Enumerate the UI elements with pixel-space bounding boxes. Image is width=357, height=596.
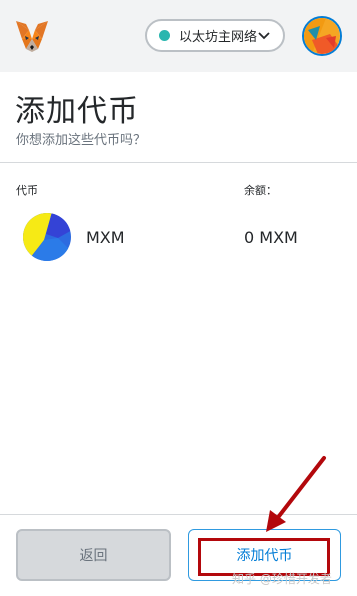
token-symbol: MXM bbox=[86, 228, 125, 247]
back-button[interactable]: 返回 bbox=[16, 529, 171, 581]
token-balance: 0 MXM bbox=[244, 228, 298, 247]
chevron-down-icon bbox=[258, 31, 270, 39]
header-bar: 以太坊主网络 bbox=[0, 0, 357, 72]
network-status-dot bbox=[159, 30, 170, 41]
metamask-fox-icon bbox=[16, 21, 48, 52]
watermark: 知乎 @珍惜开发者 bbox=[232, 572, 332, 586]
page-title: 添加代币 bbox=[15, 94, 139, 129]
divider bbox=[0, 162, 357, 163]
page-subtitle: 你想添加这些代币吗？ bbox=[16, 133, 147, 148]
annotation-arrow-icon bbox=[266, 456, 326, 532]
network-selector[interactable]: 以太坊主网络 bbox=[145, 19, 285, 52]
column-header-token: 代币 bbox=[16, 184, 38, 197]
account-avatar[interactable] bbox=[302, 16, 342, 56]
column-header-balance: 余额： bbox=[244, 184, 277, 197]
identicon-icon bbox=[304, 18, 340, 54]
mxm-token-icon bbox=[23, 213, 71, 261]
network-label: 以太坊主网络 bbox=[179, 30, 258, 45]
